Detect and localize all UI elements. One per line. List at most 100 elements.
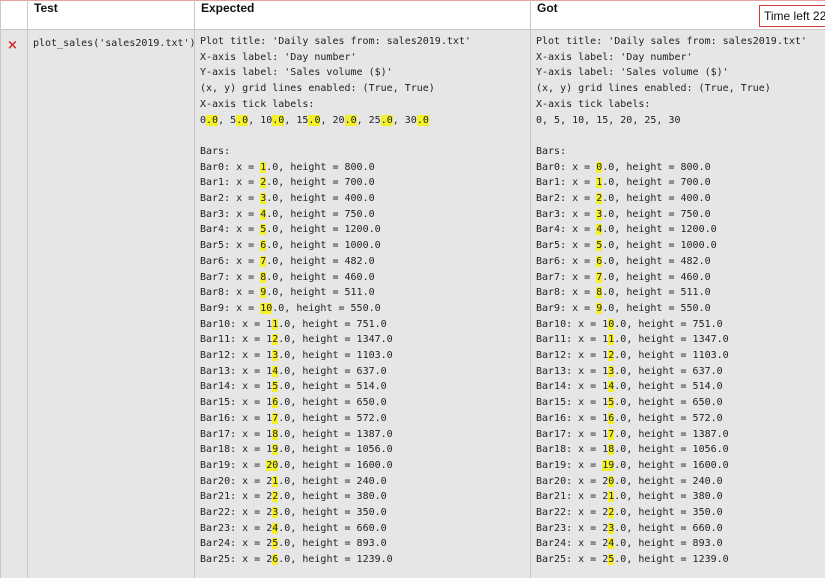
output-text: .0, height = 380.0: [278, 491, 387, 503]
output-text: Bar14: x = 1: [200, 381, 273, 393]
output-text: Bar15: x = 1: [536, 397, 609, 409]
diff-highlight: 19: [602, 459, 615, 471]
output-text: , 25: [356, 114, 381, 126]
output-line: Bar5: x = 5.0, height = 1000.0: [536, 238, 825, 254]
output-text: (x, y) grid lines enabled: (True, True): [536, 83, 771, 95]
output-text: Bar19: x =: [200, 459, 267, 471]
output-text: .0, height = 650.0: [614, 397, 723, 409]
output-text: Bar11: x = 1: [200, 334, 273, 346]
output-text: Bar5: x =: [536, 240, 597, 252]
diff-highlight: .0: [236, 114, 249, 126]
output-line: Bar0: x = 1.0, height = 800.0: [200, 160, 525, 176]
output-text: Bar0: x =: [200, 161, 261, 173]
output-line: Bar18: x = 19.0, height = 1056.0: [200, 442, 525, 458]
output-text: .0, height = 482.0: [602, 255, 711, 267]
output-text: Plot title: 'Daily sales from: sales2019…: [200, 36, 471, 47]
output-text: .0, height = 511.0: [602, 287, 711, 299]
output-line: 0.0, 5.0, 10.0, 15.0, 20.0, 25.0, 30.0: [200, 113, 525, 129]
output-text: , 15: [284, 114, 309, 126]
output-line: X-axis tick labels:: [200, 97, 525, 113]
output-line: (x, y) grid lines enabled: (True, True): [536, 81, 825, 97]
output-text: Bar18: x = 1: [200, 444, 273, 456]
cross-icon: ×: [7, 38, 18, 53]
diff-highlight: .0: [416, 114, 429, 126]
output-line: Bar2: x = 3.0, height = 400.0: [200, 191, 525, 207]
results-header-row: Test Expected Got: [0, 0, 825, 30]
output-text: Bar21: x = 2: [200, 491, 273, 503]
output-text: Bar4: x =: [536, 224, 597, 236]
output-text: Bar7: x =: [536, 271, 597, 283]
output-text: Bar25: x = 2: [536, 554, 609, 566]
output-line: Bar17: x = 17.0, height = 1387.0: [536, 427, 825, 443]
test-call: plot_sales('sales2019.txt'): [33, 38, 196, 49]
output-text: Bar12: x = 1: [200, 350, 273, 362]
diff-highlight: .0: [344, 114, 357, 126]
output-text: .0, height = 650.0: [278, 397, 387, 409]
output-text: Bar7: x =: [200, 271, 261, 283]
output-text: Bar9: x =: [200, 302, 261, 314]
output-line: Bars:: [536, 144, 825, 160]
status-cell: ×: [0, 29, 28, 578]
output-text: Bar8: x =: [200, 287, 261, 299]
output-line: Bar7: x = 8.0, height = 460.0: [200, 270, 525, 286]
output-text: (x, y) grid lines enabled: (True, True): [200, 83, 435, 95]
output-text: Bar4: x =: [200, 224, 261, 236]
header-expected: Expected: [194, 0, 531, 30]
output-text: Bars:: [200, 145, 231, 157]
expected-output: Plot title: 'Daily sales from: sales2019…: [200, 34, 525, 568]
output-text: .0, height = 660.0: [278, 522, 387, 534]
output-line: Bar11: x = 11.0, height = 1347.0: [536, 332, 825, 348]
output-line: Bar4: x = 5.0, height = 1200.0: [200, 222, 525, 238]
output-text: Bar10: x = 1: [200, 318, 273, 330]
output-text: .0, height = 1347.0: [614, 334, 729, 346]
output-line: (x, y) grid lines enabled: (True, True): [200, 81, 525, 97]
output-text: Bar11: x = 1: [536, 334, 609, 346]
time-left-badge: Time left 22: [759, 5, 825, 27]
output-line: Bar6: x = 7.0, height = 482.0: [200, 254, 525, 270]
output-text: .0, height = 1200.0: [266, 224, 381, 236]
quiz-result-page: Test Expected Got × plot_sales('sales201…: [0, 0, 825, 578]
results-table: Test Expected Got × plot_sales('sales201…: [0, 0, 825, 578]
header-icon-col: [0, 0, 28, 30]
output-text: .0, height = 400.0: [266, 193, 375, 205]
output-line: Plot title: 'Daily sales from: sales2019…: [200, 34, 525, 50]
output-text: .0, height = 550.0: [602, 302, 711, 314]
output-line: Bar20: x = 21.0, height = 240.0: [200, 474, 525, 490]
output-line: Bar18: x = 18.0, height = 1056.0: [536, 442, 825, 458]
output-text: Bar22: x = 2: [200, 507, 273, 519]
output-text: Plot title: 'Daily sales from: sales2019…: [536, 36, 807, 47]
output-line: Bar9: x = 9.0, height = 550.0: [536, 301, 825, 317]
output-text: Bar0: x =: [536, 161, 597, 173]
output-line: Bar25: x = 25.0, height = 1239.0: [536, 552, 825, 568]
output-text: X-axis tick labels:: [536, 98, 651, 110]
output-text: .0, height = 514.0: [614, 381, 723, 393]
output-text: .0, height = 1600.0: [278, 459, 393, 471]
diff-highlight: 10: [260, 302, 273, 314]
output-text: Y-axis label: 'Sales volume ($)': [536, 67, 729, 79]
output-line: Bar21: x = 22.0, height = 380.0: [200, 489, 525, 505]
diff-highlight: .0: [272, 114, 285, 126]
output-text: .0, height = 240.0: [278, 475, 387, 487]
output-text: Bar3: x =: [536, 208, 597, 220]
output-text: Bar6: x =: [200, 255, 261, 267]
output-line: Bar6: x = 6.0, height = 482.0: [536, 254, 825, 270]
output-text: .0, height = 637.0: [278, 365, 387, 377]
output-text: .0, height = 893.0: [278, 538, 387, 550]
output-text: Bar21: x = 2: [536, 491, 609, 503]
output-text: X-axis label: 'Day number': [536, 51, 693, 63]
output-line: Bar16: x = 17.0, height = 572.0: [200, 411, 525, 427]
output-line: Bar22: x = 23.0, height = 350.0: [200, 505, 525, 521]
output-text: X-axis label: 'Day number': [200, 51, 357, 63]
output-text: , 10: [248, 114, 273, 126]
output-text: .0, height = 572.0: [614, 412, 723, 424]
output-text: Bar17: x = 1: [536, 428, 609, 440]
output-text: .0, height = 750.0: [266, 208, 375, 220]
output-text: Bar1: x =: [536, 177, 597, 189]
output-line: Bar22: x = 22.0, height = 350.0: [536, 505, 825, 521]
diff-highlight: .0: [308, 114, 321, 126]
output-text: .0, height = 1387.0: [278, 428, 393, 440]
output-text: Bar23: x = 2: [200, 522, 273, 534]
output-text: Bar20: x = 2: [536, 475, 609, 487]
